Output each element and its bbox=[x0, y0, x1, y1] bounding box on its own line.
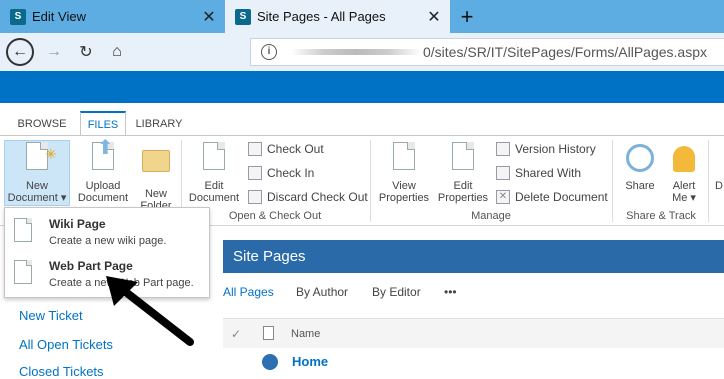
shared-with-button[interactable]: Shared With bbox=[496, 163, 581, 183]
cut-off-ribbon-button[interactable]: D bbox=[714, 180, 724, 192]
edit-document-label: Edit bbox=[204, 180, 224, 192]
tab-browse[interactable]: BROWSE bbox=[10, 111, 74, 136]
tab-files[interactable]: FILES bbox=[80, 111, 126, 136]
group-label-share-track: Share & Track bbox=[626, 210, 696, 222]
group-separator bbox=[612, 140, 613, 222]
view-by-author[interactable]: By Author bbox=[296, 285, 348, 299]
delete-icon: ✕ bbox=[496, 190, 510, 204]
upload-document-button[interactable]: ⬆ Upload Document bbox=[74, 138, 132, 204]
upload-label: Upload bbox=[85, 180, 121, 192]
annotation-arrow-icon bbox=[106, 276, 194, 346]
tab-edit-view[interactable]: S Edit View ✕ bbox=[0, 0, 225, 33]
new-tab-button[interactable]: + bbox=[455, 4, 479, 30]
view-by-editor[interactable]: By Editor bbox=[372, 285, 421, 299]
bell-icon bbox=[673, 146, 695, 172]
check-in-button[interactable]: Check In bbox=[248, 163, 314, 183]
view-properties-button[interactable]: View Properties bbox=[375, 142, 433, 204]
info-icon[interactable]: i bbox=[261, 44, 277, 60]
nav-link-new-ticket[interactable]: New Ticket bbox=[19, 308, 83, 323]
upload-icon: ⬆ bbox=[89, 138, 117, 174]
edit-properties-label-2: Properties bbox=[437, 192, 489, 204]
new-folder-label: New bbox=[144, 188, 167, 200]
delete-document-button[interactable]: ✕ Delete Document bbox=[496, 187, 608, 207]
suite-bar bbox=[0, 71, 724, 103]
share-icon bbox=[626, 144, 654, 172]
address-bar[interactable]: i 0/sites/SR/IT/SitePages/Forms/AllPages… bbox=[250, 38, 724, 66]
page-title: Site Pages bbox=[233, 248, 306, 265]
menu-item-wiki-page[interactable]: Wiki Page Create a new wiki page. bbox=[5, 210, 209, 252]
view-properties-label-2: Properties bbox=[378, 192, 430, 204]
discard-check-out-button[interactable]: Discard Check Out bbox=[248, 187, 368, 207]
tab-site-pages[interactable]: S Site Pages - All Pages ✕ bbox=[225, 0, 450, 33]
tab-title: Edit View bbox=[32, 9, 86, 24]
close-tab-icon[interactable]: ✕ bbox=[199, 7, 219, 27]
alert-me-label: Alert bbox=[672, 180, 696, 192]
url-text: 0/sites/SR/IT/SitePages/Forms/AllPages.a… bbox=[423, 44, 707, 60]
group-label-manage: Manage bbox=[471, 210, 511, 222]
wiki-page-icon bbox=[14, 218, 32, 242]
check-out-button[interactable]: Check Out bbox=[248, 139, 324, 159]
list-item-home[interactable]: Home bbox=[292, 354, 328, 369]
more-views-button[interactable]: ••• bbox=[444, 285, 457, 299]
upload-label-2: Document bbox=[77, 192, 129, 204]
new-folder-button[interactable]: New Folder bbox=[136, 142, 176, 212]
forward-icon[interactable]: → bbox=[41, 39, 67, 65]
menu-item-description: Create a new wiki page. bbox=[49, 235, 167, 247]
web-part-page-icon bbox=[14, 260, 32, 284]
column-header-name[interactable]: Name bbox=[291, 328, 320, 340]
file-type-icon bbox=[263, 326, 274, 340]
folder-icon bbox=[142, 150, 170, 182]
sharepoint-favicon-icon: S bbox=[235, 8, 251, 25]
group-label-open-check-out: Open & Check Out bbox=[228, 210, 322, 222]
sharepoint-favicon-icon: S bbox=[10, 8, 26, 25]
share-button[interactable]: Share bbox=[618, 142, 662, 192]
edit-document-button[interactable]: Edit Document bbox=[185, 142, 243, 204]
reload-icon[interactable]: ↻ bbox=[73, 39, 99, 65]
share-label: Share bbox=[625, 180, 655, 192]
redacted-url bbox=[291, 49, 421, 55]
alert-me-button[interactable]: Alert Me ▾ bbox=[664, 142, 704, 204]
group-separator bbox=[708, 140, 709, 222]
site-pages-header: Site Pages bbox=[223, 240, 724, 273]
edit-properties-label: Edit bbox=[453, 180, 473, 192]
group-separator bbox=[370, 140, 371, 222]
view-properties-label: View bbox=[392, 180, 416, 192]
edit-document-label-2: Document bbox=[188, 192, 240, 204]
version-history-icon bbox=[496, 142, 510, 156]
discard-check-out-icon bbox=[248, 190, 262, 204]
browser-tab-strip: S Edit View ✕ S Site Pages - All Pages ✕… bbox=[0, 0, 724, 33]
new-document-label: New bbox=[25, 180, 48, 192]
check-in-icon bbox=[248, 166, 262, 180]
list-header: ✓ Name bbox=[223, 318, 724, 348]
view-all-pages[interactable]: All Pages bbox=[223, 285, 274, 299]
edit-properties-button[interactable]: Edit Properties bbox=[435, 142, 491, 204]
shared-with-icon bbox=[496, 166, 510, 180]
select-all-checkmark-icon[interactable]: ✓ bbox=[231, 327, 241, 341]
alert-me-label-2: Me ▾ bbox=[672, 192, 696, 204]
nav-link-closed-tickets[interactable]: Closed Tickets bbox=[19, 364, 104, 379]
starburst-icon: ✳ bbox=[45, 146, 57, 162]
close-tab-icon[interactable]: ✕ bbox=[424, 7, 444, 27]
home-icon[interactable]: ⌂ bbox=[104, 39, 130, 65]
tab-title: Site Pages - All Pages bbox=[257, 9, 386, 24]
ribbon-tabs: BROWSE FILES LIBRARY bbox=[0, 103, 724, 136]
new-document-icon: ✳ bbox=[23, 142, 57, 174]
menu-item-title: Web Part Page bbox=[49, 259, 133, 273]
new-document-button[interactable]: ✳ New Document ▾ bbox=[4, 142, 70, 204]
new-document-label-2: Document ▾ bbox=[7, 192, 67, 204]
nav-link-all-open-tickets[interactable]: All Open Tickets bbox=[19, 337, 113, 352]
tab-library[interactable]: LIBRARY bbox=[130, 111, 188, 136]
page-icon bbox=[262, 354, 278, 370]
browser-nav-bar: ← → ↻ ⌂ i 0/sites/SR/IT/SitePages/Forms/… bbox=[0, 33, 724, 71]
edit-document-icon bbox=[200, 142, 228, 174]
back-icon[interactable]: ← bbox=[6, 38, 34, 66]
view-properties-icon bbox=[390, 142, 418, 174]
menu-item-title: Wiki Page bbox=[49, 217, 106, 231]
check-out-icon bbox=[248, 142, 262, 156]
version-history-button[interactable]: Version History bbox=[496, 139, 596, 159]
edit-properties-icon bbox=[449, 142, 477, 174]
